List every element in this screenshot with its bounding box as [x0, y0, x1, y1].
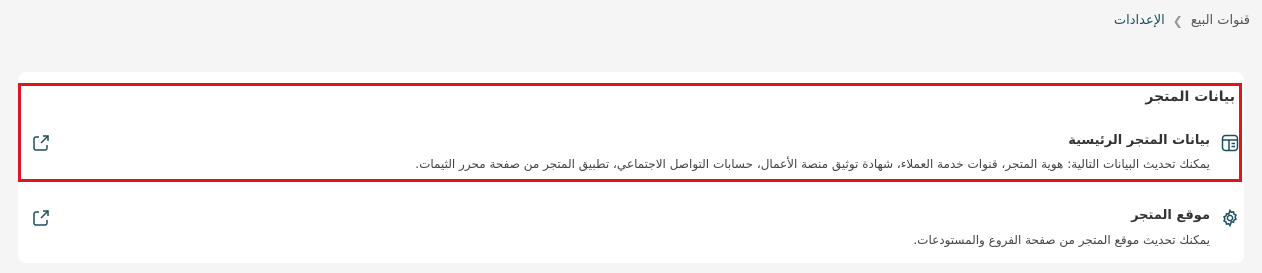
breadcrumb: قنوات البيع ❯ الإعدادات: [1114, 13, 1250, 28]
chevron-left-icon: ❯: [1172, 13, 1183, 28]
row-description: يمكنك تحديث البيانات التالية: هوية المتج…: [415, 157, 1210, 171]
share-edit-icon: [33, 210, 49, 226]
row-title: موقع المتجر: [1131, 208, 1210, 223]
gear-icon: [1220, 208, 1240, 228]
store-info-icon: [1220, 133, 1240, 153]
edit-store-info-button[interactable]: [31, 133, 51, 153]
breadcrumb-root[interactable]: قنوات البيع: [1191, 13, 1250, 28]
row-description: يمكنك تحديث موقع المتجر من صفحة الفروع و…: [913, 233, 1210, 247]
breadcrumb-current: الإعدادات: [1113, 13, 1165, 28]
row-title: بيانات المتجر الرئيسية: [1068, 133, 1210, 148]
share-edit-icon: [33, 135, 49, 151]
edit-store-location-button[interactable]: [31, 208, 51, 228]
section-title: بيانات المتجر: [1145, 89, 1235, 105]
